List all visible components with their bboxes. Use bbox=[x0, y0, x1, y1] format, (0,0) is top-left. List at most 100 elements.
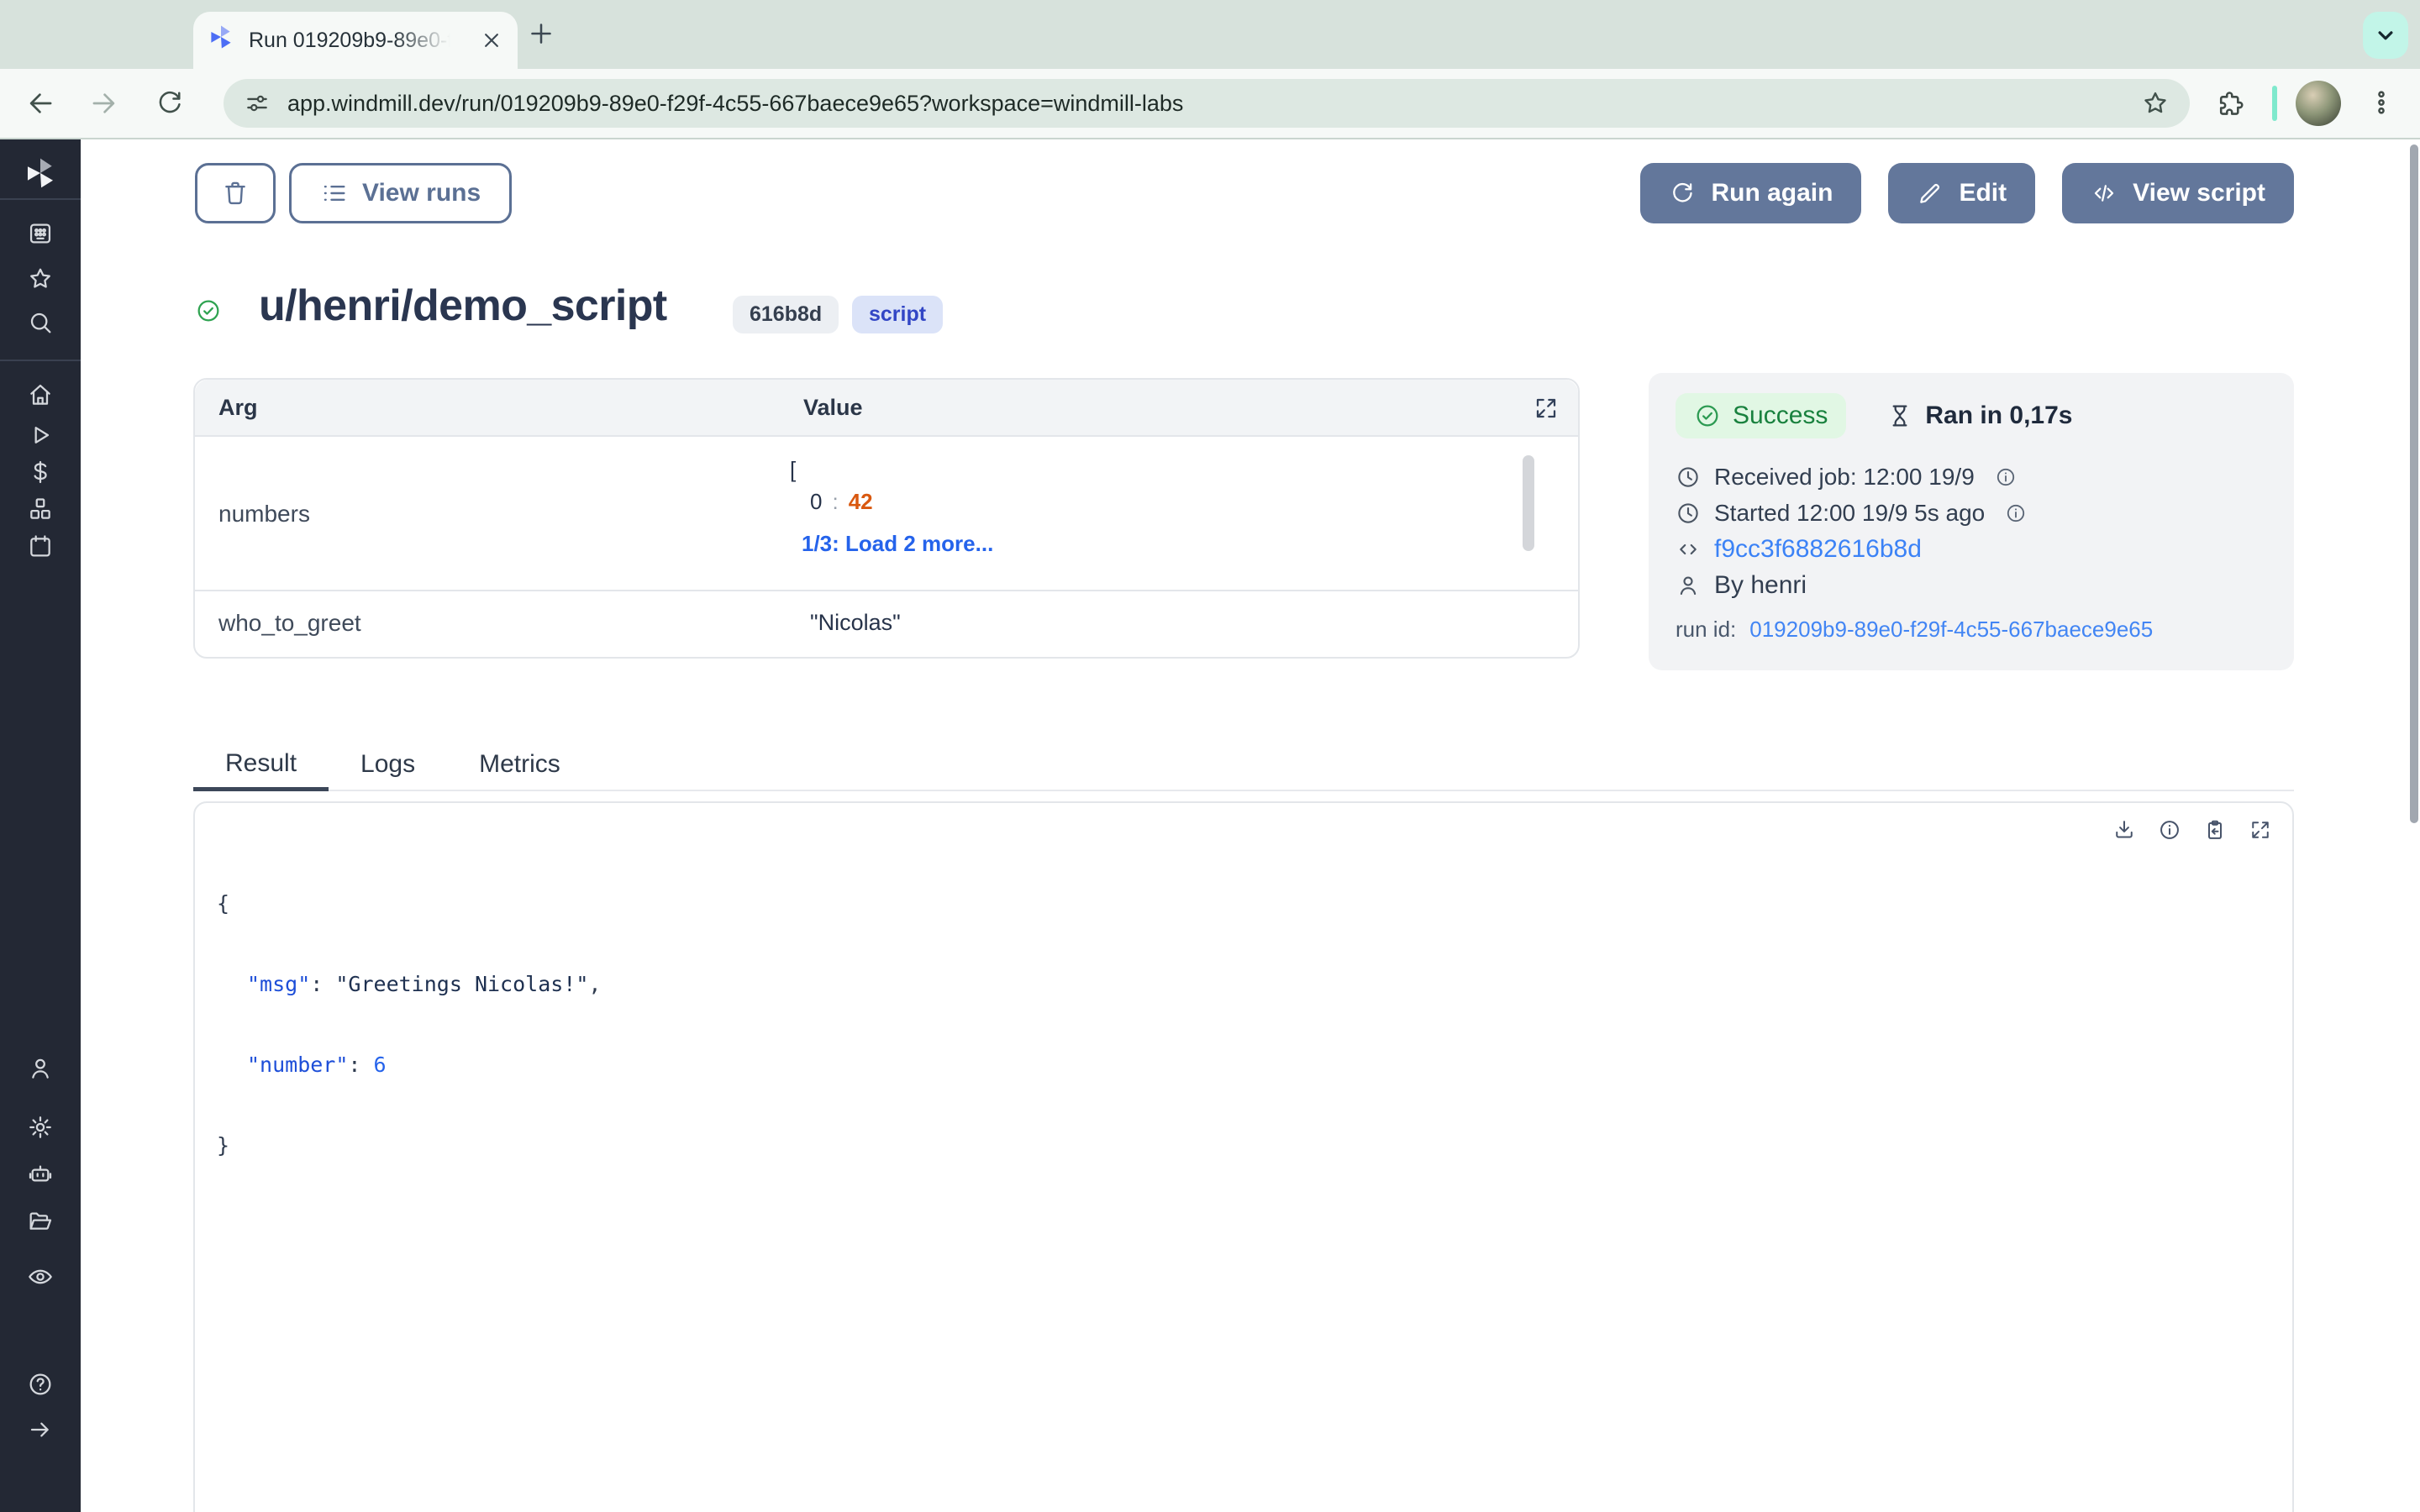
page-title: u/henri/demo_script bbox=[259, 281, 667, 331]
tab-logs[interactable]: Logs bbox=[329, 739, 447, 790]
json-key: "number" bbox=[247, 1053, 348, 1077]
new-tab-icon[interactable] bbox=[526, 18, 556, 49]
author-row: By henri bbox=[1676, 567, 2267, 603]
page-scrollbar[interactable] bbox=[2410, 144, 2418, 823]
json-brace: { bbox=[217, 891, 229, 916]
windmill-favicon bbox=[207, 23, 235, 58]
col-header-arg: Arg bbox=[218, 395, 258, 421]
sidebar-item-apps[interactable] bbox=[27, 220, 54, 247]
status-badge: Success bbox=[1676, 393, 1846, 438]
json-string-value: "Greetings Nicolas!" bbox=[335, 972, 588, 996]
info-icon[interactable] bbox=[1995, 466, 2017, 488]
run-again-label: Run again bbox=[1711, 179, 1833, 207]
duration-label: Ran in 0,17s bbox=[1925, 402, 2072, 430]
sidebar-expand-icon[interactable] bbox=[27, 1416, 54, 1443]
json-index: 0 bbox=[810, 489, 822, 514]
table-row: numbers [ 0:42 1/3: Load 2 more... bbox=[195, 437, 1578, 591]
sidebar-item-settings[interactable] bbox=[27, 1114, 54, 1141]
site-settings-icon[interactable] bbox=[244, 90, 271, 117]
arg-value: "Nicolas" bbox=[810, 610, 901, 636]
result-info-icon[interactable] bbox=[2158, 818, 2181, 842]
edit-label: Edit bbox=[1959, 179, 2007, 207]
window-chevron-button[interactable] bbox=[2363, 12, 2408, 59]
tab-metrics[interactable]: Metrics bbox=[447, 739, 592, 790]
run-again-button[interactable]: Run again bbox=[1640, 163, 1861, 223]
json-brace: } bbox=[217, 1133, 229, 1158]
script-hash-link[interactable]: f9cc3f6882616b8d bbox=[1714, 535, 1922, 564]
args-table-header: Arg Value bbox=[195, 380, 1578, 437]
app-sidebar bbox=[0, 139, 81, 1512]
tab-result[interactable]: Result bbox=[193, 739, 329, 791]
reload-icon[interactable] bbox=[155, 87, 185, 118]
view-runs-label: View runs bbox=[362, 179, 481, 207]
run-status-panel: Success Ran in 0,17s Received job: 12:00… bbox=[1649, 373, 2294, 670]
windmill-logo[interactable] bbox=[22, 155, 59, 198]
edit-button[interactable]: Edit bbox=[1888, 163, 2035, 223]
arg-name: numbers bbox=[218, 501, 310, 528]
run-id-label: run id: bbox=[1676, 617, 1736, 643]
status-label: Success bbox=[1733, 402, 1828, 430]
sidebar-divider bbox=[0, 198, 81, 200]
tab-title: Run 019209b9-89e0-f29f-4c bbox=[249, 29, 450, 53]
json-number-value: 6 bbox=[374, 1053, 387, 1077]
sidebar-item-variables[interactable] bbox=[27, 459, 54, 486]
result-panel: { "msg": "Greetings Nicolas!", "number":… bbox=[193, 801, 2294, 1512]
forward-icon[interactable] bbox=[87, 87, 119, 119]
json-number-value: 42 bbox=[849, 489, 873, 514]
sidebar-item-home[interactable] bbox=[27, 381, 54, 408]
expand-args-icon[interactable] bbox=[1533, 395, 1560, 422]
browser-toolbar: app.windmill.dev/run/019209b9-89e0-f29f-… bbox=[0, 69, 2420, 138]
args-table: Arg Value numbers [ 0:42 1/3: Load 2 mor… bbox=[193, 378, 1580, 659]
json-open-bracket[interactable]: [ bbox=[786, 454, 993, 486]
json-key: "msg" bbox=[247, 972, 310, 996]
arg-value-json-viewer: [ 0:42 1/3: Load 2 more... bbox=[786, 454, 993, 559]
run-duration: Ran in 0,17s bbox=[1886, 402, 2072, 430]
sidebar-item-help[interactable] bbox=[27, 1371, 54, 1398]
view-runs-button[interactable]: View runs bbox=[289, 163, 512, 223]
browser-profile-avatar[interactable] bbox=[2296, 81, 2341, 126]
main-content: View runs Run again Edit View script u/h… bbox=[81, 139, 2420, 1512]
kind-badge[interactable]: script bbox=[852, 296, 943, 333]
sidebar-item-folders[interactable] bbox=[27, 1208, 54, 1235]
arg-name: who_to_greet bbox=[218, 610, 361, 637]
copy-result-icon[interactable] bbox=[2203, 818, 2227, 842]
expand-result-icon[interactable] bbox=[2249, 818, 2272, 842]
value-cell-scrollbar[interactable] bbox=[1523, 455, 1534, 551]
sidebar-item-audit-logs[interactable] bbox=[27, 1263, 54, 1290]
view-script-label: View script bbox=[2133, 179, 2265, 207]
sidebar-item-resources[interactable] bbox=[27, 496, 54, 522]
sidebar-item-favorites[interactable] bbox=[27, 265, 54, 292]
sidebar-item-user[interactable] bbox=[27, 1055, 54, 1082]
started-row: Started 12:00 19/9 5s ago bbox=[1676, 495, 2267, 531]
sidebar-item-schedules[interactable] bbox=[27, 533, 54, 559]
url-text: app.windmill.dev/run/019209b9-89e0-f29f-… bbox=[287, 91, 1183, 117]
sidebar-item-search[interactable] bbox=[27, 309, 54, 336]
tab-close-icon[interactable] bbox=[479, 28, 504, 53]
success-check-icon bbox=[195, 297, 222, 324]
result-tabs: Result Logs Metrics bbox=[193, 739, 2294, 791]
info-icon[interactable] bbox=[2005, 502, 2027, 524]
run-id-row: run id: 019209b9-89e0-f29f-4c55-667baece… bbox=[1676, 617, 2267, 643]
extensions-icon[interactable] bbox=[2215, 89, 2245, 119]
url-bar[interactable]: app.windmill.dev/run/019209b9-89e0-f29f-… bbox=[224, 79, 2190, 128]
browser-menu-icon[interactable] bbox=[2366, 87, 2396, 118]
run-id-link[interactable]: 019209b9-89e0-f29f-4c55-667baece9e65 bbox=[1749, 617, 2153, 643]
sidebar-divider bbox=[0, 360, 81, 361]
received-job-text: Received job: 12:00 19/9 bbox=[1714, 464, 1975, 491]
sidebar-item-runs[interactable] bbox=[27, 422, 54, 449]
script-hash-row: f9cc3f6882616b8d bbox=[1676, 531, 2267, 567]
browser-tab-strip: Run 019209b9-89e0-f29f-4c bbox=[0, 0, 2420, 69]
bookmark-star-icon[interactable] bbox=[2141, 89, 2170, 118]
browser-tab[interactable]: Run 019209b9-89e0-f29f-4c bbox=[193, 12, 518, 69]
table-row: who_to_greet "Nicolas" bbox=[195, 591, 1578, 657]
delete-run-button[interactable] bbox=[195, 163, 276, 223]
load-more-link[interactable]: 1/3: Load 2 more... bbox=[802, 528, 993, 559]
download-result-icon[interactable] bbox=[2112, 818, 2136, 842]
received-job-row: Received job: 12:00 19/9 bbox=[1676, 459, 2267, 495]
version-badge: 616b8d bbox=[733, 296, 839, 333]
back-icon[interactable] bbox=[25, 87, 57, 119]
sidebar-item-workers[interactable] bbox=[27, 1161, 54, 1188]
view-script-button[interactable]: View script bbox=[2062, 163, 2294, 223]
json-colon: : bbox=[832, 489, 838, 514]
col-header-value: Value bbox=[803, 395, 863, 421]
